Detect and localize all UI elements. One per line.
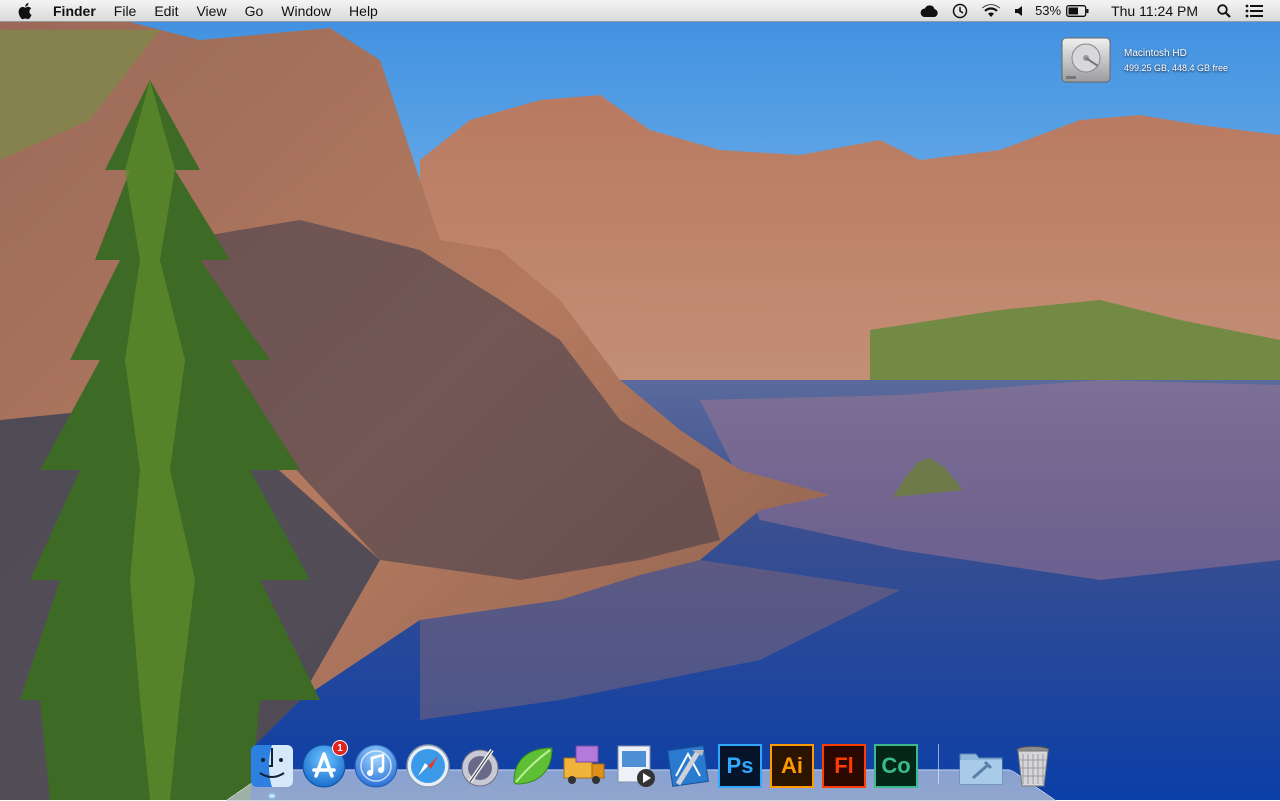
disk-name: Macintosh HD — [1124, 48, 1187, 59]
script-editor-icon[interactable] — [456, 742, 504, 790]
running-indicator — [269, 794, 275, 798]
menu-file[interactable]: File — [105, 0, 146, 22]
app-store-icon[interactable]: 1 — [300, 740, 348, 790]
wifi-icon[interactable] — [982, 0, 1001, 22]
app-store-badge: 1 — [332, 740, 348, 756]
hard-drive-icon — [1061, 37, 1111, 83]
battery-percent[interactable]: 53% — [1035, 0, 1061, 22]
menu-help[interactable]: Help — [340, 0, 387, 22]
coda-icon[interactable] — [508, 742, 556, 790]
cloud-icon[interactable] — [920, 0, 938, 22]
menu-clock[interactable]: Thu 11:24 PM — [1111, 0, 1198, 22]
photoshop-label: Ps — [718, 744, 762, 788]
menu-edit[interactable]: Edit — [145, 0, 187, 22]
menu-app-name[interactable]: Finder — [44, 0, 105, 22]
volume-icon[interactable] — [1014, 0, 1026, 22]
illustrator-label: Ai — [770, 744, 814, 788]
itunes-icon[interactable] — [352, 742, 400, 790]
dock: 1 Ps Ai Fl Co — [248, 738, 1057, 798]
applications-folder-icon[interactable] — [957, 742, 1005, 790]
finder-icon[interactable] — [248, 742, 296, 798]
time-machine-icon[interactable] — [952, 0, 968, 22]
menu-go[interactable]: Go — [236, 0, 273, 22]
flash-icon[interactable]: Fl — [820, 742, 868, 790]
spotlight-icon[interactable] — [1217, 0, 1231, 22]
wallpaper-image — [0, 0, 1280, 800]
xcode-icon[interactable] — [664, 742, 712, 790]
photoshop-icon[interactable]: Ps — [716, 742, 764, 790]
edge-code-label: Co — [874, 744, 918, 788]
illustrator-icon[interactable]: Ai — [768, 742, 816, 790]
macintosh-hd-desktop-icon[interactable]: Macintosh HD 499.25 GB, 448.4 GB free — [1058, 32, 1258, 92]
apple-menu-icon[interactable] — [0, 0, 44, 22]
notification-center-icon[interactable] — [1245, 0, 1263, 22]
menu-bar: Finder File Edit View Go Window Help 53%… — [0, 0, 1280, 22]
menu-view[interactable]: View — [187, 0, 235, 22]
transmit-icon[interactable] — [560, 742, 608, 790]
preview-icon[interactable] — [612, 742, 660, 790]
menu-window[interactable]: Window — [272, 0, 340, 22]
battery-icon[interactable] — [1066, 0, 1090, 22]
edge-code-icon[interactable]: Co — [872, 742, 920, 790]
safari-icon[interactable] — [404, 742, 452, 790]
trash-icon[interactable] — [1009, 742, 1057, 790]
dock-separator — [938, 744, 939, 784]
desktop[interactable] — [0, 0, 1280, 800]
disk-info: 499.25 GB, 448.4 GB free — [1124, 63, 1229, 73]
flash-label: Fl — [822, 744, 866, 788]
